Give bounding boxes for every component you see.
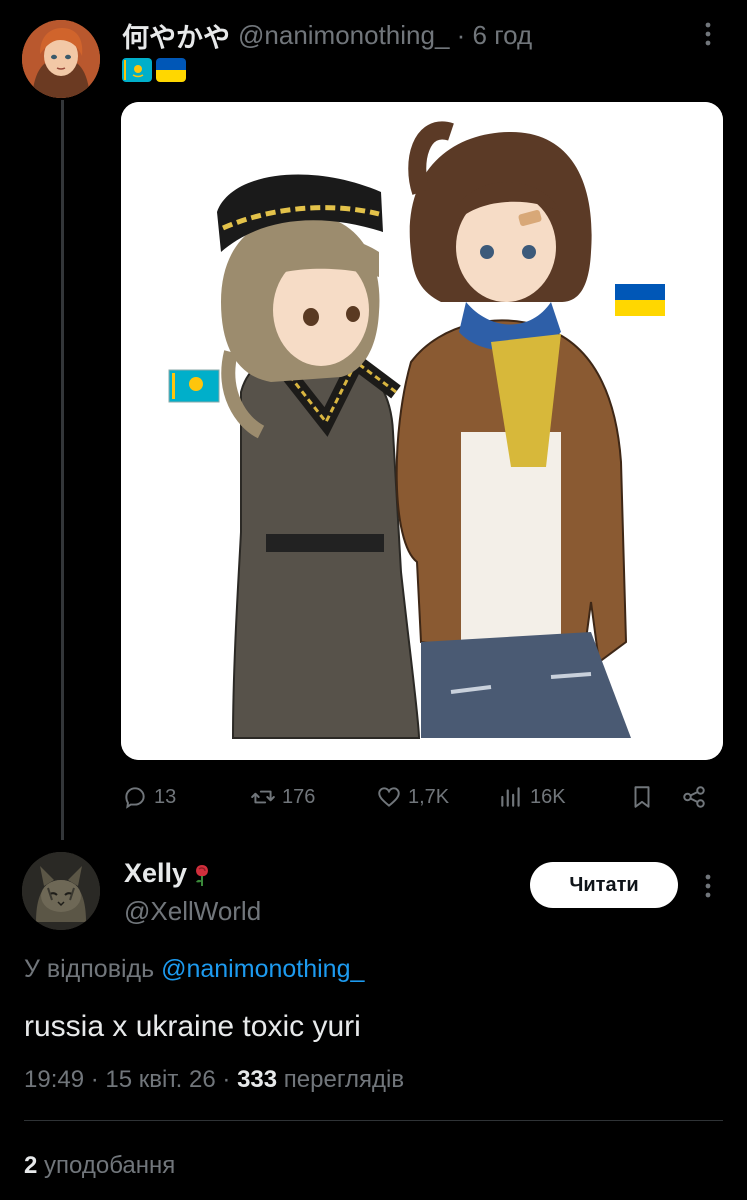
separator-dot: ·: [222, 1066, 231, 1093]
separator-dot: ·: [90, 1066, 99, 1093]
author-display-name[interactable]: 何やかや: [122, 16, 230, 55]
likes-label: уподобання: [44, 1152, 176, 1179]
view-count: 16K: [530, 785, 566, 808]
divider: [24, 1120, 723, 1121]
reply-display-name: Xelly: [124, 858, 188, 888]
replying-to-line: У відповідь @nanimonothing_: [24, 955, 364, 984]
views-action[interactable]: 16K: [498, 783, 566, 811]
post-metadata: 19:49 · 15 квіт. 26 · 333 переглядів: [24, 1066, 404, 1094]
post-image[interactable]: [121, 102, 723, 760]
likes-summary[interactable]: 2 уподобання: [24, 1152, 175, 1180]
cat-avatar-icon: [22, 852, 100, 930]
author-handle-text: @nanimonothing_: [238, 20, 450, 50]
follow-button[interactable]: Читати: [530, 862, 678, 908]
bio-flags: [122, 58, 186, 82]
thread-connector-line: [61, 100, 64, 840]
avatar-illustration-icon: [22, 20, 100, 98]
views-label: переглядів: [283, 1066, 405, 1093]
ukraine-flag-icon: [156, 58, 186, 82]
reply-action[interactable]: 13: [122, 783, 176, 811]
bookmark-button[interactable]: [629, 783, 655, 811]
repost-count: 176: [282, 785, 316, 808]
like-action[interactable]: 1,7K: [376, 783, 449, 811]
likes-count: 2: [24, 1152, 38, 1179]
post-date[interactable]: 15 квіт. 26: [105, 1066, 215, 1093]
analytics-icon: [501, 787, 520, 807]
reply-author-handle[interactable]: @XellWorld: [124, 896, 261, 927]
views-count: 333: [237, 1066, 278, 1093]
repost-icon: [251, 790, 275, 804]
heart-icon: [378, 787, 400, 807]
kazakhstan-flag-icon: [168, 369, 220, 403]
more-options-icon[interactable]: [700, 872, 716, 906]
ukraine-flag-icon: [615, 284, 665, 316]
like-count: 1,7K: [408, 785, 450, 808]
more-options-icon[interactable]: [700, 20, 716, 54]
rose-emoji-icon: [191, 861, 213, 887]
reply-text: russia x ukraine toxic yuri: [24, 1010, 361, 1043]
author-handle[interactable]: @nanimonothing_ · 6 год: [238, 20, 532, 51]
bookmark-icon: [634, 786, 650, 808]
repost-action[interactable]: 176: [250, 783, 315, 811]
avatar[interactable]: [22, 852, 100, 930]
post-time[interactable]: · 6 год: [457, 20, 533, 50]
post-time[interactable]: 19:49: [24, 1066, 84, 1093]
replying-to-label: У відповідь: [24, 955, 155, 983]
artwork-illustration: [121, 102, 723, 760]
avatar[interactable]: [22, 20, 100, 98]
reply-icon: [125, 787, 145, 809]
share-icon: [683, 786, 705, 808]
share-button[interactable]: [681, 783, 707, 811]
kazakhstan-flag-icon: [122, 58, 152, 82]
reply-count: 13: [154, 785, 177, 808]
reply-author-name[interactable]: Xelly: [124, 858, 213, 889]
replying-to-link[interactable]: @nanimonothing_: [161, 955, 364, 983]
